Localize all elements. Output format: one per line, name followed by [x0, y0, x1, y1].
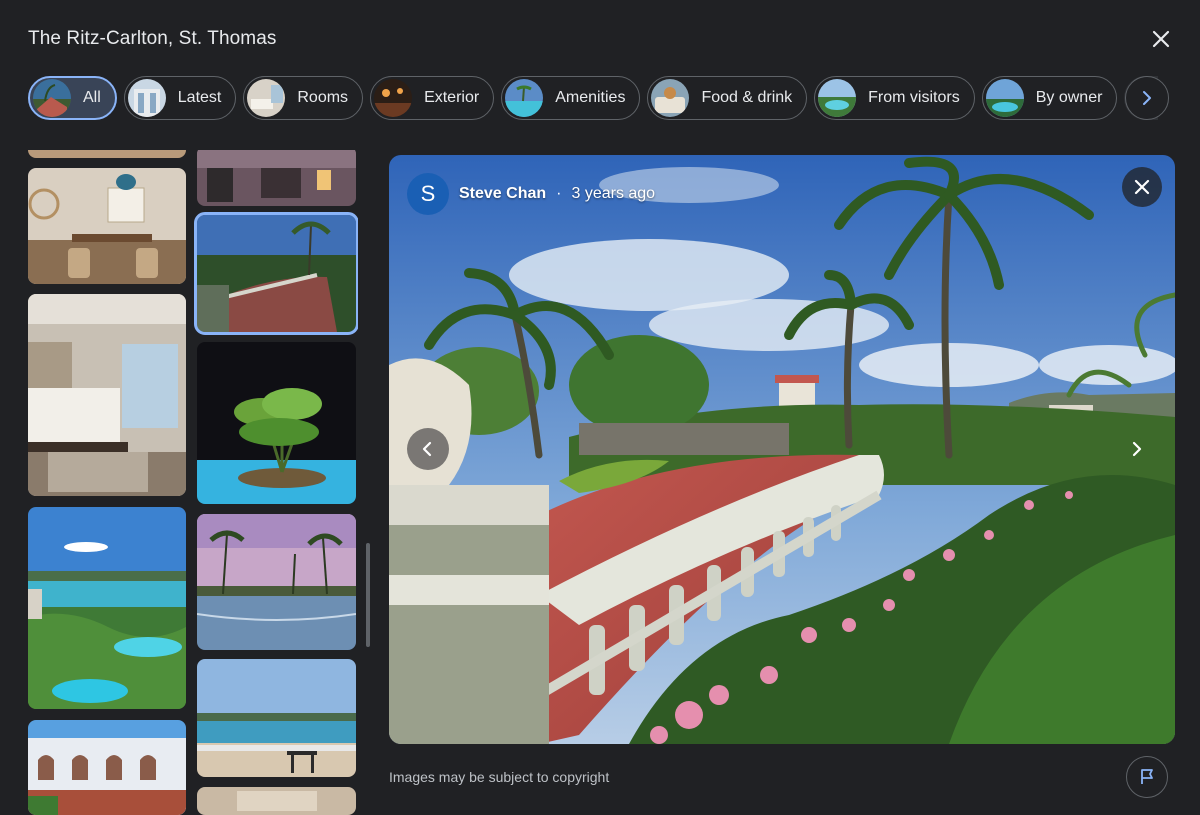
photo-thumbnail[interactable] [28, 507, 186, 709]
photo-viewer[interactable]: S Steve Chan · 3 years ago [389, 155, 1175, 744]
photo-thumbnail[interactable] [28, 168, 186, 284]
chip-label: By owner [1035, 89, 1103, 106]
chip-by-owner[interactable]: By owner [981, 76, 1118, 120]
chevron-right-icon [1143, 91, 1151, 105]
close-dialog-button[interactable] [1144, 22, 1178, 56]
chip-food-drink[interactable]: Food & drink [647, 76, 808, 120]
photo-gallery [28, 150, 358, 815]
photo-category-chips: All Latest Rooms Exterior Amenities Food… [28, 76, 1173, 120]
flag-icon [1141, 769, 1153, 784]
chip-all[interactable]: All [28, 76, 117, 120]
chip-label: Rooms [297, 89, 349, 106]
chevron-left-icon [422, 441, 432, 457]
chip-amenities[interactable]: Amenities [501, 76, 641, 120]
photo-thumbnail[interactable] [197, 659, 356, 777]
avatar[interactable]: S [407, 173, 449, 215]
copyright-notice: Images may be subject to copyright [389, 769, 610, 785]
photo-thumbnail[interactable] [197, 514, 356, 650]
photo-thumbnail[interactable] [28, 150, 186, 158]
chip-from-visitors[interactable]: From visitors [814, 76, 975, 120]
chip-label: Latest [177, 89, 222, 106]
photo-thumbnail[interactable] [28, 720, 186, 815]
photo-age: 3 years ago [571, 185, 656, 202]
chip-label: From visitors [868, 89, 960, 106]
chip-label: Amenities [555, 89, 626, 106]
photo-thumbnail[interactable] [197, 787, 356, 815]
chip-thumbnail [818, 79, 857, 117]
next-photo-button[interactable] [1115, 428, 1157, 470]
chip-thumbnail [651, 79, 690, 117]
photo-thumbnail[interactable] [197, 342, 356, 504]
report-photo-button[interactable] [1126, 756, 1168, 798]
chip-label: Food & drink [701, 89, 793, 106]
chips-scroll-next-button[interactable] [1125, 76, 1169, 120]
chip-thumbnail [247, 79, 286, 117]
main-photo [389, 155, 1175, 744]
previous-photo-button[interactable] [407, 428, 449, 470]
chip-thumbnail [33, 79, 71, 117]
photo-author[interactable]: S Steve Chan · 3 years ago [407, 173, 655, 215]
chip-exterior[interactable]: Exterior [370, 76, 495, 120]
chip-latest[interactable]: Latest [123, 76, 237, 120]
place-title: The Ritz-Carlton, St. Thomas [28, 28, 277, 49]
chip-label: Exterior [424, 89, 480, 106]
chip-rooms[interactable]: Rooms [243, 76, 364, 120]
separator: · [556, 185, 562, 202]
photo-thumbnail[interactable] [28, 294, 186, 496]
chip-thumbnail [985, 79, 1024, 117]
gallery-scrollbar[interactable] [366, 543, 370, 647]
close-photo-button[interactable] [1122, 167, 1162, 207]
chip-thumbnail [505, 79, 544, 117]
chip-thumbnail [127, 79, 166, 117]
chevron-right-icon [1132, 441, 1142, 457]
photo-thumbnail-selected[interactable] [194, 212, 358, 335]
close-icon [1134, 179, 1150, 195]
author-name[interactable]: Steve Chan [459, 185, 546, 203]
chip-label: All [83, 89, 101, 106]
chip-thumbnail [374, 79, 413, 117]
close-icon [1152, 30, 1170, 48]
photo-thumbnail[interactable] [197, 150, 356, 206]
